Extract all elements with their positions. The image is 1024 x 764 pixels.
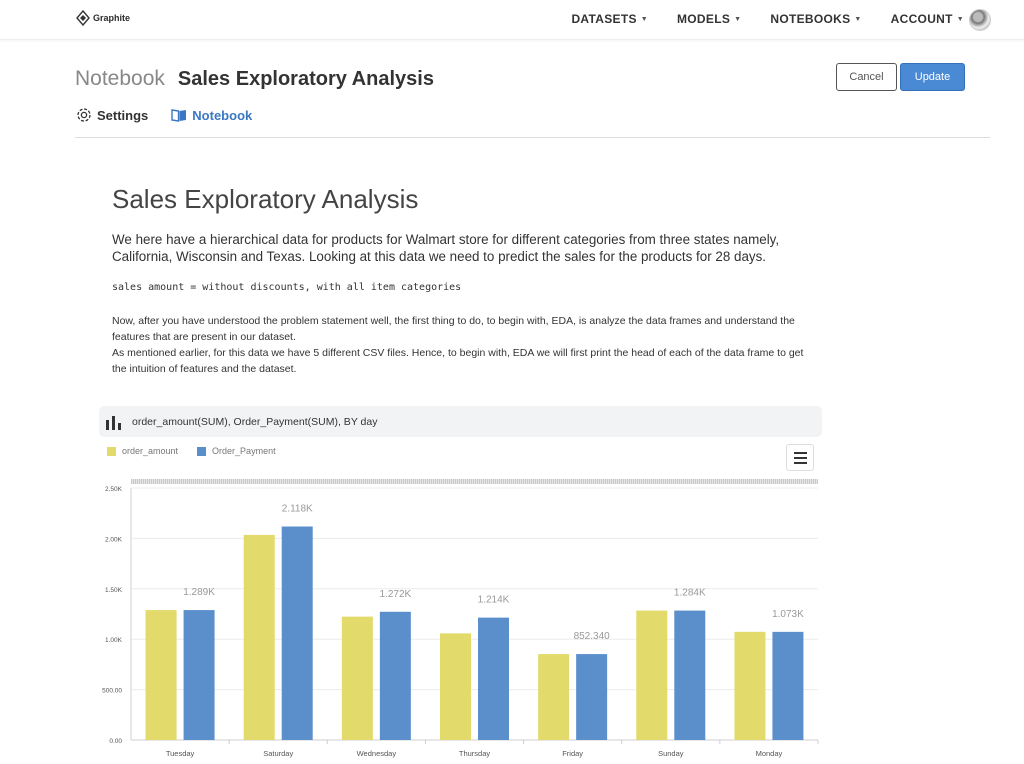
bar-order-amount [145,610,177,740]
bar-order-payment [281,526,313,740]
bar-order-amount [734,631,766,740]
y-tick-label: 0.00 [109,738,122,745]
x-tick-label: Sunday [658,749,684,758]
data-label: 852.340 [574,631,611,642]
data-label: 1.073K [772,609,804,620]
data-label: 1.284K [674,588,706,599]
bar-order-amount [636,610,668,740]
bar-order-payment [576,654,608,740]
bar-order-payment [478,617,509,740]
bar-order-amount [243,534,275,740]
bar-order-amount [440,633,471,740]
x-tick-label: Monday [756,749,783,758]
x-tick-label: Tuesday [166,749,195,758]
x-tick-label: Thursday [459,749,491,758]
x-tick-label: Saturday [263,749,293,758]
bar-chart: 0.00 500.00 1.00K 1.50K 2.00K 2.50K 1.289K Tues… [102,486,819,758]
bar-order-payment [674,610,706,740]
data-label: 2.118K [282,504,313,515]
y-tick-label: 1.00K [105,637,123,644]
data-label: 1.272K [380,589,412,600]
y-tick-label: 2.00K [105,536,123,543]
x-tick-label: Friday [562,749,583,758]
bar-order-payment [379,611,411,740]
y-tick-label: 500.00 [102,688,122,695]
bar-order-payment [772,631,804,740]
y-tick-label: 1.50K [105,587,123,594]
x-tick-label: Wednesday [357,749,397,758]
bar-order-payment [183,610,215,740]
data-label: 1.214K [478,595,510,606]
data-label: 1.289K [183,587,215,598]
bar-order-amount [538,654,570,740]
bar-order-amount [341,616,373,740]
y-tick-label: 2.50K [105,486,123,493]
